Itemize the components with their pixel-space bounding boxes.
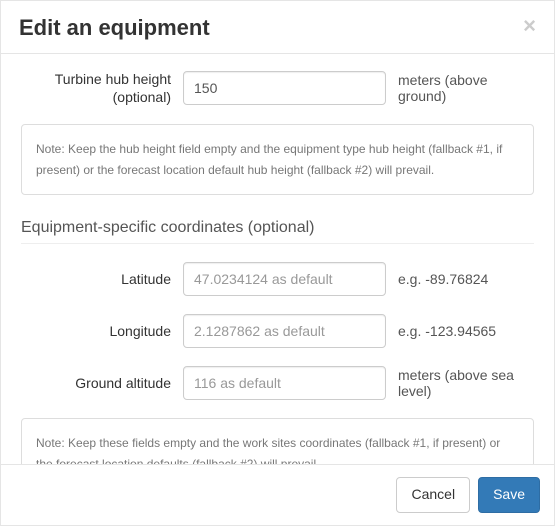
latitude-label: Latitude xyxy=(21,270,171,288)
modal-header: Edit an equipment × xyxy=(1,1,554,54)
longitude-row: Longitude e.g. -123.94565 xyxy=(21,314,534,348)
modal-title: Edit an equipment xyxy=(19,15,210,41)
latitude-input[interactable] xyxy=(183,262,386,296)
modal-footer: Cancel Save xyxy=(1,464,554,525)
longitude-label: Longitude xyxy=(21,322,171,340)
hub-height-unit: meters (above ground) xyxy=(398,72,534,104)
latitude-row: Latitude e.g. -89.76824 xyxy=(21,262,534,296)
longitude-input[interactable] xyxy=(183,314,386,348)
save-button[interactable]: Save xyxy=(478,477,540,513)
coords-note: Note: Keep these fields empty and the wo… xyxy=(21,418,534,464)
altitude-input[interactable] xyxy=(183,366,386,400)
modal-body-wrap: Turbine hub height (optional) meters (ab… xyxy=(1,54,554,464)
section-rule xyxy=(21,243,534,244)
latitude-hint: e.g. -89.76824 xyxy=(398,271,534,287)
hub-height-row: Turbine hub height (optional) meters (ab… xyxy=(21,70,534,106)
hub-height-input[interactable] xyxy=(183,71,386,105)
altitude-label: Ground altitude xyxy=(21,374,171,392)
altitude-hint: meters (above sea level) xyxy=(398,367,534,399)
modal-body[interactable]: Turbine hub height (optional) meters (ab… xyxy=(1,54,554,464)
hub-height-note: Note: Keep the hub height field empty an… xyxy=(21,124,534,195)
longitude-hint: e.g. -123.94565 xyxy=(398,323,534,339)
close-icon[interactable]: × xyxy=(523,15,536,37)
cancel-button[interactable]: Cancel xyxy=(396,477,470,513)
hub-height-label: Turbine hub height (optional) xyxy=(21,70,171,106)
coords-section-title: Equipment-specific coordinates (optional… xyxy=(21,219,534,237)
altitude-row: Ground altitude meters (above sea level) xyxy=(21,366,534,400)
edit-equipment-modal: Edit an equipment × Turbine hub height (… xyxy=(0,0,555,526)
